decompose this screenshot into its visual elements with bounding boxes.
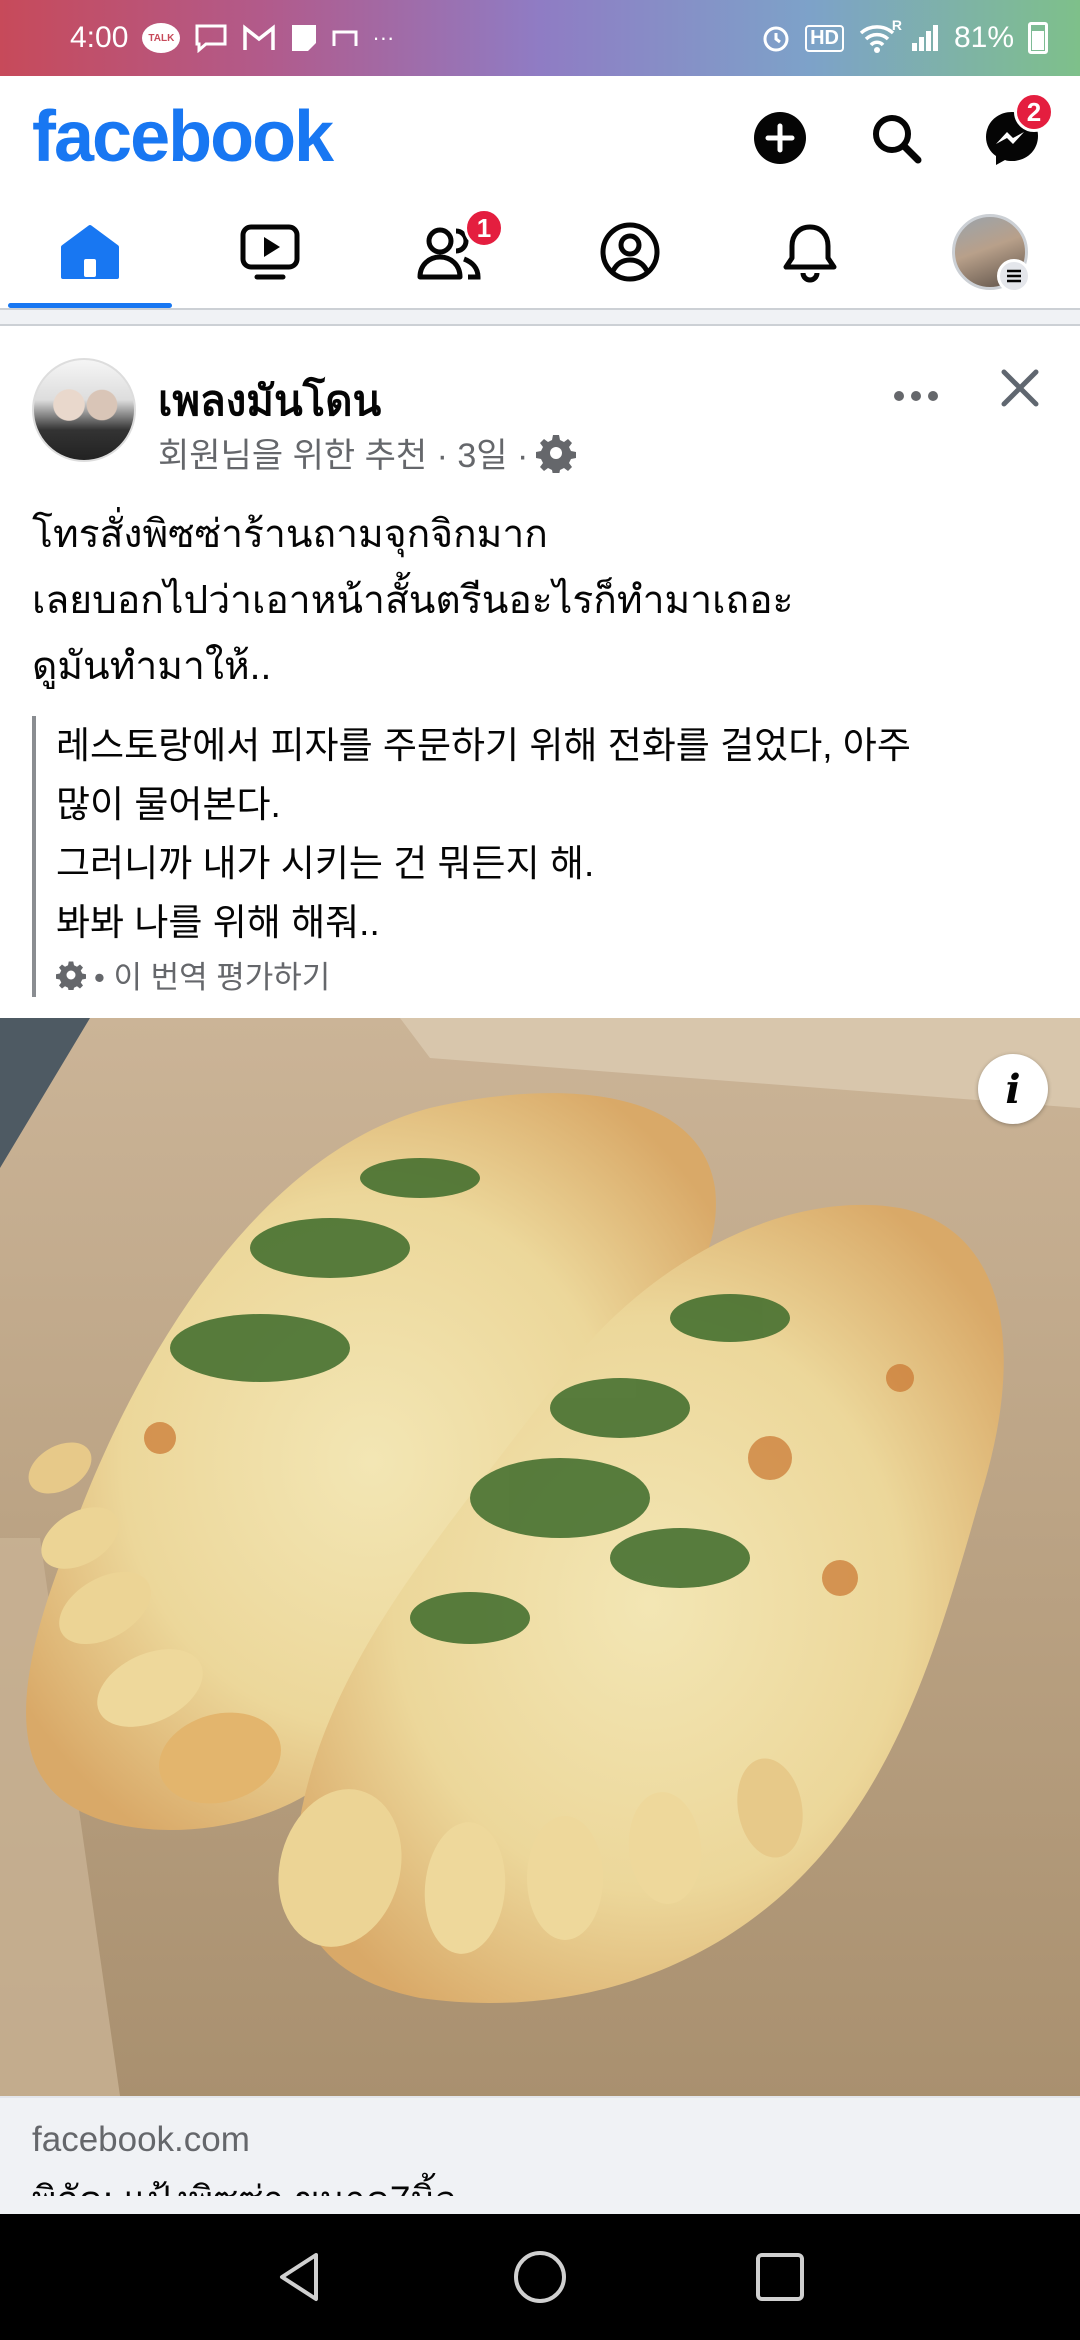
recents-square-icon <box>756 2253 804 2301</box>
profile-circle-icon <box>600 222 660 282</box>
post-options-button[interactable] <box>886 376 946 416</box>
alarm-icon <box>761 23 791 53</box>
translation-line: 많이 물어본다. <box>56 784 281 825</box>
home-circle-icon <box>514 2251 566 2303</box>
feed-divider <box>0 308 1080 326</box>
tab-profile[interactable] <box>540 196 720 308</box>
friends-badge: 1 <box>464 208 504 248</box>
tab-watch[interactable] <box>180 196 360 308</box>
translation-line: 봐봐 나를 위해 해줘.. <box>56 902 380 943</box>
translation-gear-icon <box>56 961 86 990</box>
info-button[interactable]: i <box>978 1054 1048 1124</box>
profile-avatar <box>952 214 1031 293</box>
rate-translation-row: • 이 번역 평가하기 <box>56 952 1032 997</box>
facebook-logo[interactable]: facebook <box>32 96 334 178</box>
roaming-label: R <box>891 17 902 33</box>
translation-line: 그러니까 내가 시키는 건 뭐든지 해. <box>56 843 595 884</box>
home-icon <box>61 225 119 279</box>
battery-icon <box>1028 22 1048 54</box>
signal-icon <box>910 23 940 53</box>
translation-block: 레스토랑에서 피자를 주문하기 위해 전화를 걸었다, 아주 많이 물어본다. … <box>32 716 1032 997</box>
post-text: โทรสั่งพิซซ่าร้านถามจุกจิกมาก เลยบอกไปว่… <box>32 502 1042 700</box>
post-text-line: โทรสั่งพิซซ่าร้านถามจุกจิกมาก <box>32 513 548 556</box>
search-icon <box>873 115 922 164</box>
link-preview[interactable]: facebook.com พิกัด: แป้งพิซซ่า ขนาด7นิ้ว <box>0 2098 1080 2214</box>
post-meta: 회원님을 위한 추천 · 3일 · <box>158 428 577 477</box>
tab-menu[interactable] <box>900 196 1080 308</box>
gmail-icon <box>242 24 276 52</box>
video-icon <box>240 224 300 280</box>
home-nav-button[interactable] <box>495 2232 585 2322</box>
more-horizontal-icon <box>894 391 938 401</box>
messenger-button[interactable]: 2 <box>978 92 1054 172</box>
more-notifications: ··· <box>372 25 395 50</box>
kakaotalk-icon: TALK <box>142 23 181 53</box>
recents-button[interactable] <box>735 2232 825 2322</box>
bell-icon <box>783 224 837 283</box>
post-text-line: ดูมันทำมาให้.. <box>32 645 272 688</box>
link-title: พิกัด: แป้งพิซซ่า ขนาด7นิ้ว <box>32 2170 1048 2196</box>
app-header: facebook 2 <box>0 76 1080 196</box>
foot-pizza-photo <box>0 1018 1080 2096</box>
search-button[interactable] <box>862 104 930 172</box>
messenger-badge: 2 <box>1014 92 1054 132</box>
back-triangle-icon <box>280 2253 318 2301</box>
message-icon <box>194 23 228 53</box>
hide-post-button[interactable] <box>988 356 1052 420</box>
create-button[interactable] <box>746 104 814 172</box>
media-icon <box>332 28 358 48</box>
menu-icon <box>997 259 1031 293</box>
status-bar: 4:00 TALK ··· HD R 81% <box>0 0 1080 76</box>
translation-line: 레스토랑에서 피자를 주문하기 위해 전화를 걸었다, 아주 <box>56 725 911 766</box>
wifi-icon: R <box>858 17 902 53</box>
plus-circle-icon <box>754 112 806 164</box>
hd-voice-icon: HD <box>805 24 844 52</box>
link-domain: facebook.com <box>32 2120 250 2159</box>
gear-icon <box>536 434 577 473</box>
close-icon <box>1001 369 1039 407</box>
tab-bar: 1 <box>0 196 1080 308</box>
page-name[interactable]: เพลงมันโดน <box>158 368 381 434</box>
system-nav-bar <box>0 2214 1080 2340</box>
battery-percent: 81% <box>953 21 1014 54</box>
post-image[interactable]: i <box>0 1018 1080 2096</box>
note-icon <box>290 23 318 53</box>
rate-translation-link[interactable]: • 이 번역 평가하기 <box>94 952 330 997</box>
tab-notifications[interactable] <box>720 196 900 308</box>
back-button[interactable] <box>255 2232 345 2322</box>
tab-home[interactable] <box>0 196 180 308</box>
post-meta-text: 회원님을 위한 추천 · 3일 · <box>158 437 529 475</box>
post-text-line: เลยบอกไปว่าเอาหน้าสั้นตรีนอะไรก็ทำมาเถอะ <box>32 579 794 622</box>
page-avatar[interactable] <box>32 358 136 462</box>
tab-friends[interactable]: 1 <box>360 196 540 308</box>
status-time: 4:00 <box>70 21 129 54</box>
